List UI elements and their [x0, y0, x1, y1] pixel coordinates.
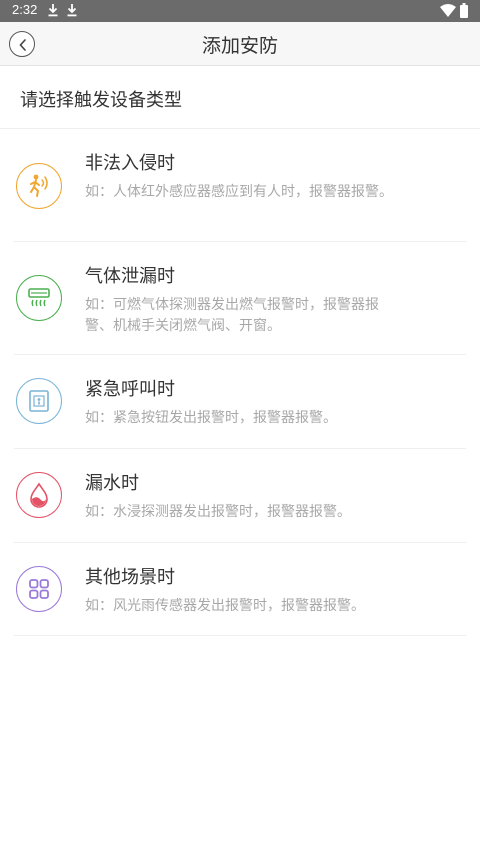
item-description: 如：可燃气体探测器发出燃气报警时，报警器报警、机械手关闭燃气阀、开窗。: [85, 297, 379, 334]
download-icon: [48, 4, 58, 17]
app-bar: 添加安防: [0, 22, 480, 66]
wifi-icon: [440, 4, 456, 17]
item-title: 其他场景时: [85, 567, 175, 588]
intrusion-icon: [16, 163, 62, 209]
item-title: 气体泄漏时: [85, 266, 175, 287]
item-description: 如：水浸探测器发出报警时，报警器报警。: [85, 504, 351, 520]
status-bar: 2:32: [0, 0, 480, 22]
item-title: 非法入侵时: [85, 153, 175, 174]
water-leak-icon: [16, 472, 62, 518]
item-description: 如：紧急按钮发出报警时，报警器报警。: [85, 410, 337, 426]
page-title: 添加安防: [201, 35, 278, 57]
item-title: 漏水时: [85, 473, 139, 494]
status-time: 2:32: [12, 2, 38, 17]
item-title: 紧急呼叫时: [85, 379, 175, 400]
emergency-button-icon: [16, 378, 62, 424]
list-item-water-leak[interactable]: 漏水时 如：水浸探测器发出报警时，报警器报警。: [14, 449, 466, 543]
grid-icon: [16, 566, 62, 612]
list-item-intrusion[interactable]: 非法入侵时 如：人体红外感应器感应到有人时，报警器报警。: [14, 129, 466, 242]
battery-icon: [460, 3, 468, 18]
item-description: 如：风光雨传感器发出报警时，报警器报警。: [85, 598, 365, 614]
download-icon: [67, 4, 77, 17]
list-item-other[interactable]: 其他场景时 如：风光雨传感器发出报警时，报警器报警。: [14, 543, 466, 636]
item-description: 如：人体红外感应器感应到有人时，报警器报警。: [85, 184, 393, 200]
gas-leak-icon: [16, 275, 62, 321]
section-title: 请选择触发设备类型: [20, 90, 182, 111]
list-item-emergency-call[interactable]: 紧急呼叫时 如：紧急按钮发出报警时，报警器报警。: [14, 355, 466, 449]
list-item-gas-leak[interactable]: 气体泄漏时 如：可燃气体探测器发出燃气报警时，报警器报警、机械手关闭燃气阀、开窗…: [14, 242, 466, 355]
